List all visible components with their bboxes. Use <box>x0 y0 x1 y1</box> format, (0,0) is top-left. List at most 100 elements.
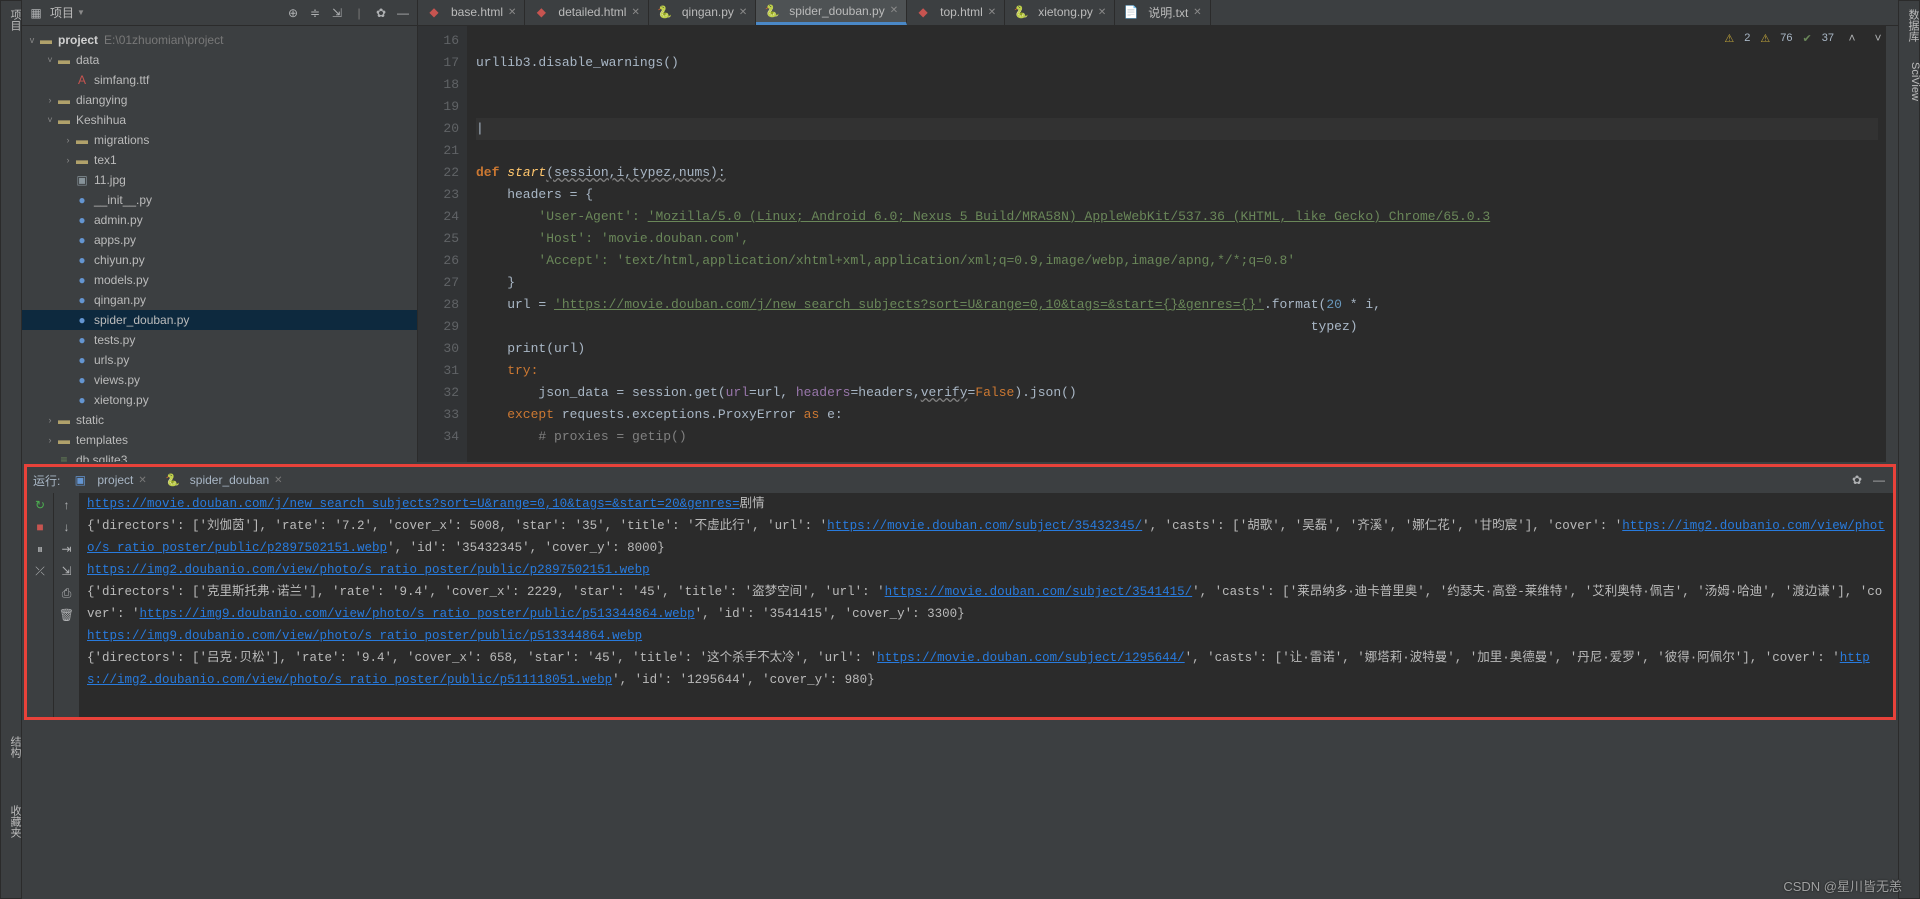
gear-icon[interactable]: ✿ <box>1849 472 1865 488</box>
chevron-down-icon[interactable]: ˅ <box>1870 30 1886 46</box>
tree-item-label: chiyun.py <box>94 253 145 267</box>
folder-icon: ▬ <box>56 92 72 108</box>
close-icon[interactable]: ✕ <box>739 7 747 18</box>
folder-icon: ▬ <box>74 132 90 148</box>
expand-icon[interactable]: ⇲ <box>329 5 345 21</box>
tree-item-label: views.py <box>94 373 140 387</box>
tree-item-label: data <box>76 53 99 67</box>
close-icon[interactable]: ✕ <box>508 7 516 18</box>
print-icon[interactable]: ⎙ <box>59 585 75 601</box>
editor-tab[interactable]: 🐍qingan.py✕ <box>649 0 756 25</box>
close-icon[interactable]: ✕ <box>890 5 898 16</box>
tab-label: xietong.py <box>1038 5 1093 19</box>
editor-tab[interactable]: ◆base.html✕ <box>418 0 525 25</box>
project-sidebar: ▦ 项目 ▼ ⊕ ≑ ⇲ | ✿ — v ▬ project E:\01zhuo… <box>22 0 418 462</box>
trash-icon[interactable]: 🗑 <box>59 607 75 623</box>
soft-wrap-icon[interactable]: ⇥ <box>59 541 75 557</box>
tree-root[interactable]: v ▬ project E:\01zhuomian\project <box>22 30 417 50</box>
project-tree[interactable]: v ▬ project E:\01zhuomian\project ˅▬data… <box>22 26 417 462</box>
tree-item[interactable]: ›▬static <box>22 410 417 430</box>
close-icon[interactable]: ✕ <box>1098 7 1106 18</box>
tree-item-label: migrations <box>94 133 149 147</box>
tree-item-label: db.sqlite3 <box>76 453 127 462</box>
pause-icon[interactable]: ⏸ <box>32 541 48 557</box>
tree-item-label: apps.py <box>94 233 136 247</box>
editor: ◆base.html✕◆detailed.html✕🐍qingan.py✕🐍sp… <box>418 0 1898 462</box>
html-icon: ◆ <box>533 4 549 20</box>
tree-item-label: static <box>76 413 104 427</box>
run-tab-project[interactable]: ▣ project ✕ <box>66 470 152 490</box>
tree-item[interactable]: Asimfang.ttf <box>22 70 417 90</box>
tree-item-label: urls.py <box>94 353 129 367</box>
editor-tab[interactable]: ◆top.html✕ <box>907 0 1005 25</box>
left-tab-project[interactable]: 项目 <box>1 9 23 31</box>
inspection-badges[interactable]: ⚠2 ⚠76 ✔37 ˄ ˅ <box>1724 30 1886 46</box>
tree-item[interactable]: ●xietong.py <box>22 390 417 410</box>
tree-item[interactable]: ›▬migrations <box>22 130 417 150</box>
project-dropdown[interactable]: 项目 ▼ <box>50 4 85 21</box>
tree-item[interactable]: ▣11.jpg <box>22 170 417 190</box>
editor-tab[interactable]: ◆detailed.html✕ <box>525 0 648 25</box>
tab-label: 说明.txt <box>1148 4 1188 21</box>
warning-icon: ⚠ <box>1724 32 1734 45</box>
watermark: CSDN @星川皆无恙 <box>1783 876 1902 895</box>
gear-icon[interactable]: ✿ <box>373 5 389 21</box>
close-icon[interactable]: ✕ <box>138 475 146 486</box>
tree-item[interactable]: ●spider_douban.py <box>22 310 417 330</box>
root-label: project <box>58 33 98 47</box>
close-icon[interactable]: ✕ <box>1193 7 1201 18</box>
right-tab-database[interactable]: 数据库 <box>1899 9 1920 42</box>
run-tab-spider[interactable]: 🐍 spider_douban ✕ <box>159 470 289 490</box>
left-tab-structure[interactable]: 结构 <box>1 736 23 758</box>
run-output[interactable]: https://movie.douban.com/j/new_search_su… <box>79 493 1893 717</box>
tree-item[interactable]: ≡ db.sqlite3 <box>22 450 417 462</box>
folder-icon: ▬ <box>74 152 90 168</box>
tree-item[interactable]: ● chiyun.py <box>22 250 417 270</box>
tree-item[interactable]: ●urls.py <box>22 350 417 370</box>
editor-scrollbar[interactable] <box>1886 26 1898 462</box>
up-icon[interactable]: ↑ <box>59 497 75 513</box>
rerun-icon[interactable]: ↻ <box>32 497 48 513</box>
tree-item[interactable]: ●qingan.py <box>22 290 417 310</box>
tab-label: base.html <box>451 5 503 19</box>
scroll-end-icon[interactable]: ⇲ <box>59 563 75 579</box>
tree-item[interactable]: ›▬templates <box>22 430 417 450</box>
close-icon[interactable]: ✕ <box>274 475 282 486</box>
editor-tab[interactable]: 🐍xietong.py✕ <box>1005 0 1115 25</box>
tree-item[interactable]: ● apps.py <box>22 230 417 250</box>
project-run-icon: ▣ <box>72 472 88 488</box>
tree-item[interactable]: ●views.py <box>22 370 417 390</box>
left-tab-favorites[interactable]: 收藏夹 <box>1 805 23 838</box>
editor-tab[interactable]: 🐍spider_douban.py✕ <box>756 0 907 25</box>
close-icon[interactable]: ✕ <box>631 7 639 18</box>
tree-item[interactable]: ›▬tex1 <box>22 150 417 170</box>
folder-icon: ▬ <box>56 112 72 128</box>
tree-item[interactable]: ●tests.py <box>22 330 417 350</box>
py-icon: ● <box>74 232 90 248</box>
tree-item[interactable]: ●models.py <box>22 270 417 290</box>
db-icon: ≡ <box>56 452 72 462</box>
close-icon[interactable]: ✕ <box>988 7 996 18</box>
exit-icon[interactable]: ⤫ <box>32 563 48 579</box>
stop-icon[interactable]: ■ <box>32 519 48 535</box>
tree-item[interactable]: ›▬diangying <box>22 90 417 110</box>
hide-icon[interactable]: — <box>395 5 411 21</box>
editor-tab[interactable]: 📄说明.txt✕ <box>1115 0 1210 25</box>
right-tab-sciview[interactable]: SciView <box>1899 62 1920 101</box>
code-area[interactable]: urllib3.disable_warnings() | def start(s… <box>468 26 1886 462</box>
tree-item[interactable]: ˅▬data <box>22 50 417 70</box>
target-icon[interactable]: ⊕ <box>285 5 301 21</box>
collapse-icon[interactable]: ≑ <box>307 5 323 21</box>
tree-item[interactable]: ●admin.py <box>22 210 417 230</box>
folder-icon: ▬ <box>56 52 72 68</box>
tree-item-label: models.py <box>94 273 149 287</box>
tree-item-label: simfang.ttf <box>94 73 149 87</box>
py-icon: ● <box>74 252 90 268</box>
py-icon: ● <box>74 212 90 228</box>
hide-icon[interactable]: — <box>1871 472 1887 488</box>
tree-item[interactable]: ˅▬Keshihua <box>22 110 417 130</box>
tree-item[interactable]: ●__init__.py <box>22 190 417 210</box>
chevron-up-icon[interactable]: ˄ <box>1844 30 1860 46</box>
down-icon[interactable]: ↓ <box>59 519 75 535</box>
divider-icon: | <box>351 5 367 21</box>
